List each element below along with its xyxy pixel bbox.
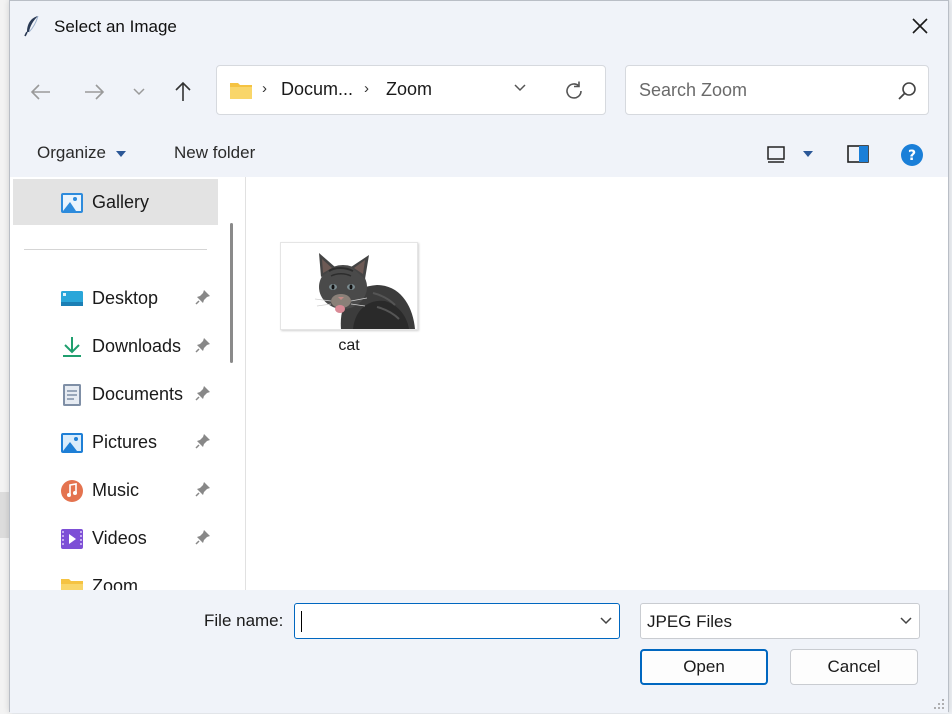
window-title: Select an Image	[54, 17, 177, 36]
arrow-left-icon	[30, 84, 50, 100]
file-item-cat[interactable]: cat	[280, 242, 418, 362]
pin-icon[interactable]	[195, 481, 211, 497]
refresh-icon[interactable]	[563, 80, 585, 102]
sidebar-item-music[interactable]: Music	[10, 467, 220, 513]
search-icon[interactable]	[896, 80, 918, 102]
arrow-right-icon	[85, 84, 105, 100]
command-bar: Organize New folder ?	[10, 131, 948, 177]
arrow-up-icon	[175, 81, 191, 101]
address-bar[interactable]: › Docum... › Zoom	[216, 65, 606, 115]
close-button[interactable]	[892, 1, 948, 51]
search-box[interactable]: Search Zoom	[625, 65, 929, 115]
search-input[interactable]: Search Zoom	[639, 80, 747, 101]
gallery-icon	[61, 193, 83, 213]
help-icon[interactable]: ?	[900, 143, 924, 167]
pin-icon[interactable]	[195, 289, 211, 305]
preview-pane-icon[interactable]	[846, 144, 870, 164]
music-icon	[61, 480, 83, 502]
pin-icon[interactable]	[195, 337, 211, 353]
file-type-value: JPEG Files	[647, 612, 733, 631]
svg-text:?: ?	[908, 148, 916, 164]
feather-icon	[24, 15, 39, 37]
sidebar-item-pictures[interactable]: Pictures	[10, 419, 220, 465]
breadcrumb-zoom[interactable]: Zoom	[386, 79, 432, 100]
folder-icon	[61, 579, 83, 590]
breadcrumb-documents[interactable]: Docum...	[281, 79, 353, 100]
navigation-pane: Gallery Desktop Downloads Documents Pict…	[10, 177, 246, 590]
sidebar-scrollbar[interactable]	[230, 223, 233, 363]
chevron-down-icon	[133, 88, 145, 96]
sidebar-item-documents[interactable]: Documents	[10, 371, 220, 417]
sidebar-item-label: Pictures	[92, 432, 158, 452]
file-name-label: cat	[338, 337, 360, 354]
sidebar-item-label: Documents	[92, 384, 184, 404]
sidebar-item-videos[interactable]: Videos	[10, 515, 220, 561]
organize-menu[interactable]: Organize	[37, 143, 106, 163]
cancel-button[interactable]: Cancel	[790, 649, 918, 685]
sidebar-item-zoom[interactable]: Zoom	[10, 563, 220, 590]
sidebar-item-downloads[interactable]: Downloads	[10, 323, 220, 369]
file-name-label: File name:	[204, 611, 284, 630]
chevron-down-icon[interactable]	[899, 615, 913, 627]
sidebar-item-label: Gallery	[92, 192, 150, 212]
sidebar-item-desktop[interactable]: Desktop	[10, 275, 220, 321]
view-icon[interactable]	[765, 144, 787, 164]
file-open-dialog: Select an Image › Docum... › Zoom Search…	[9, 0, 949, 713]
folder-icon	[230, 83, 252, 99]
downloads-icon	[63, 337, 81, 357]
cat-thumbnail	[280, 242, 418, 330]
open-button[interactable]: Open	[640, 649, 768, 685]
file-name-field[interactable]	[294, 603, 620, 639]
pin-icon[interactable]	[195, 433, 211, 449]
chevron-down-icon[interactable]	[599, 615, 613, 627]
dialog-footer: File name: JPEG Files Open Cancel	[10, 590, 948, 713]
title-bar: Select an Image	[10, 1, 948, 51]
resize-grip-icon[interactable]	[933, 698, 945, 710]
pin-icon[interactable]	[195, 529, 211, 545]
close-icon	[912, 18, 928, 34]
divider	[24, 249, 207, 250]
caret-down-icon[interactable]	[115, 150, 127, 158]
forward-button[interactable]	[79, 77, 109, 107]
pin-icon[interactable]	[195, 385, 211, 401]
up-button[interactable]	[168, 77, 198, 107]
breadcrumb-separator: ›	[364, 80, 369, 97]
file-type-select[interactable]: JPEG Files	[640, 603, 920, 639]
sidebar-item-label: Zoom	[92, 576, 139, 590]
file-list: cat	[246, 177, 948, 590]
desktop-icon	[61, 291, 83, 306]
recent-locations-button[interactable]	[124, 77, 154, 107]
new-folder-button[interactable]: New folder	[174, 143, 255, 163]
back-button[interactable]	[26, 77, 56, 107]
sidebar-item-label: Downloads	[92, 336, 182, 356]
sidebar-item-label: Music	[92, 480, 140, 500]
navigation-bar: › Docum... › Zoom Search Zoom	[10, 51, 948, 131]
sidebar-item-gallery[interactable]: Gallery	[13, 179, 218, 225]
chevron-down-icon[interactable]	[513, 82, 527, 94]
documents-icon	[63, 384, 81, 406]
videos-icon	[61, 529, 83, 549]
sidebar-item-label: Desktop	[92, 288, 159, 308]
sidebar-item-label: Videos	[92, 528, 147, 548]
text-cursor	[301, 611, 302, 632]
pictures-icon	[61, 433, 83, 453]
caret-down-icon[interactable]	[802, 150, 814, 158]
cat-image	[314, 253, 415, 329]
breadcrumb-separator: ›	[262, 80, 267, 97]
